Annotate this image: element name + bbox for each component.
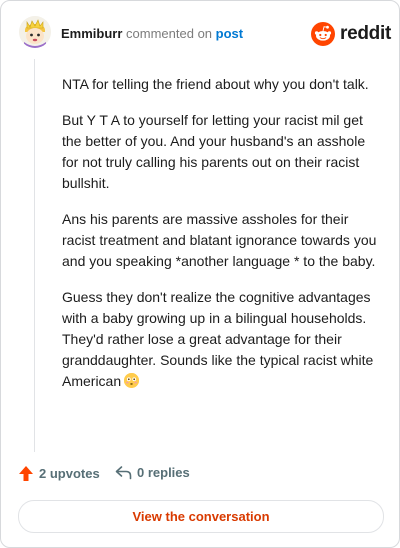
comment-body: NTA for telling the friend about why you… [62, 74, 380, 407]
upvote-count: 2 upvotes [39, 466, 100, 481]
comment-paragraph-text: Guess they don't realize the cognitive a… [62, 289, 374, 389]
replies-control[interactable]: 0 replies [115, 465, 190, 480]
comment-paragraph: NTA for telling the friend about why you… [62, 76, 369, 92]
flushed-face-emoji-icon [124, 373, 140, 388]
embedded-comment-card: Emmiburr commented on post reddit NTA fo… [0, 0, 400, 548]
comment-paragraph-last: Guess they don't realize the cognitive a… [62, 287, 380, 392]
comment-paragraph: Ans his parents are massive assholes for… [62, 211, 377, 269]
avatar-image [19, 16, 51, 48]
view-conversation-button[interactable]: View the conversation [18, 500, 384, 533]
comment-paragraph: But Y T A to yourself for letting your r… [62, 112, 366, 191]
reply-arrow-icon[interactable] [115, 465, 132, 480]
reddit-alien-icon [311, 22, 335, 46]
comment-meta: Emmiburr commented on post [61, 26, 243, 42]
upvote-control[interactable]: 2 upvotes [18, 465, 100, 482]
post-link[interactable]: post [216, 26, 243, 41]
upvote-arrow-icon[interactable] [18, 465, 34, 482]
commented-on-text: commented on [126, 26, 213, 41]
reply-count: 0 replies [137, 465, 190, 480]
username-link[interactable]: Emmiburr [61, 26, 122, 41]
user-avatar[interactable] [19, 16, 51, 48]
comment-header: Emmiburr commented on post reddit [1, 1, 399, 65]
thread-line [34, 59, 35, 452]
reddit-logo[interactable]: reddit [311, 21, 391, 47]
reddit-wordmark: reddit [340, 23, 391, 44]
